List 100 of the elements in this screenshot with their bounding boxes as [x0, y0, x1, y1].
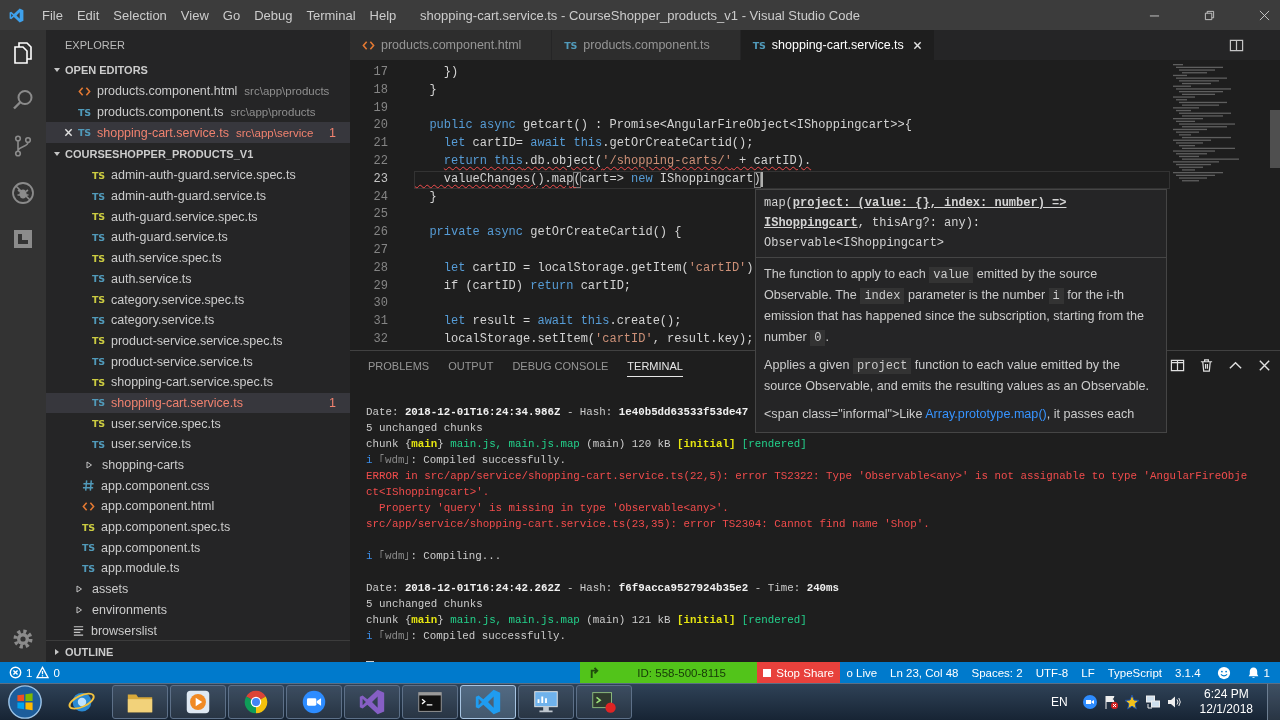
speaker-icon[interactable] — [1165, 694, 1182, 710]
editor-tab[interactable]: products.component.html — [350, 30, 553, 60]
tree-item[interactable]: TS shopping-cart.service.ts 1 — [46, 392, 350, 414]
section-header[interactable]: COURSESHOPPER_PRODUCTS_V1 — [46, 143, 350, 166]
menu-item[interactable]: Selection — [106, 7, 174, 23]
section-header[interactable]: OPEN EDITORS — [46, 59, 350, 81]
code-line: } — [428, 81, 438, 99]
status-item[interactable]: TypeScript — [1101, 666, 1169, 679]
menu-item[interactable]: View — [173, 7, 216, 23]
editor-tab[interactable]: TS products.component.ts — [552, 30, 741, 60]
tree-item[interactable]: TS user.service.spec.ts — [46, 413, 350, 434]
panel-tab[interactable]: PROBLEMS — [368, 354, 430, 377]
line-number: 31 — [372, 313, 389, 331]
tree-item[interactable]: TS shopping-cart.service.spec.ts — [46, 371, 350, 393]
panel-tab[interactable]: TERMINAL — [627, 354, 683, 377]
terminal-line: i ｢wdm｣: Compiling... — [366, 549, 502, 564]
menu-item[interactable]: Edit — [69, 7, 107, 23]
file-type-icon: TS — [92, 397, 106, 409]
stop-share-button[interactable]: Stop Share — [757, 662, 840, 683]
close-icon[interactable] — [64, 128, 73, 138]
smiley-icon[interactable] — [1217, 665, 1232, 680]
doc-link[interactable]: Array.prototype.map() — [925, 407, 1047, 421]
files-icon[interactable] — [11, 41, 35, 66]
tree-item[interactable]: TS product-service.service.spec.ts — [46, 330, 350, 352]
code-line: localStorage.setItem('cartID', result.key); — [442, 330, 755, 348]
search-icon[interactable] — [11, 87, 35, 112]
problems-button[interactable]: 1 0 — [0, 666, 67, 679]
tree-item[interactable]: browserslist — [46, 620, 350, 640]
terminal-line: chunk {main} main.js, main.js.map (main) 121 kB [initial] [rendered] — [366, 613, 807, 628]
scrollbar-thumb[interactable] — [1270, 110, 1280, 168]
close-icon[interactable] — [1259, 9, 1270, 21]
code-line: let cartID= await this.getOrCreateCartid(); — [442, 135, 755, 153]
show-desktop-button[interactable] — [1267, 684, 1280, 720]
tree-item[interactable]: TS app.component.spec.ts — [46, 516, 350, 538]
terminal-line: 5 unchanged chunks — [366, 421, 483, 436]
terminal-line: ERROR in src/app/service/shopping-cart.service.ts(22,5): error TS2322: Type 'Observable<any>' is not assignable to type 'AngularFireObje — [366, 469, 1248, 484]
split-editor-icon[interactable] — [1229, 37, 1244, 53]
clock[interactable]: 6:24 PM 12/1/2018 — [1199, 687, 1253, 717]
star-icon[interactable] — [1123, 694, 1140, 710]
taskbar-button[interactable] — [402, 685, 458, 719]
tree-item[interactable]: TS auth.service.ts — [46, 268, 350, 290]
status-item[interactable]: o Live — [839, 666, 884, 679]
file-type-icon: TS — [92, 418, 106, 430]
start-button[interactable] — [6, 683, 44, 720]
tree-item[interactable]: TS category.service.ts — [46, 309, 350, 331]
doc-paragraph: Applies a given project function to each value emitted by the source Observable, and emits the resulting values as an Observable. — [764, 357, 1150, 395]
tree-item[interactable]: TS admin-auth-guard.service.spec.ts — [46, 165, 350, 186]
tree-item[interactable]: TS product-service.service.ts — [46, 351, 350, 372]
tree-item[interactable]: TS category.service.spec.ts — [46, 289, 350, 310]
language-indicator[interactable]: EN — [1050, 695, 1068, 709]
trash-icon[interactable] — [1199, 358, 1214, 373]
close-icon[interactable] — [913, 40, 923, 50]
code-line: return this.db.object('/shopping-carts/' + cartID). — [442, 153, 813, 170]
split-icon[interactable] — [1170, 358, 1185, 373]
file-type-icon: TS — [92, 190, 106, 202]
tree-item[interactable]: TS user.service.ts — [46, 434, 350, 455]
open-editor-item[interactable]: TS shopping-cart.service.ts src\app\service 1 — [46, 122, 350, 144]
menu-item[interactable]: Terminal — [299, 7, 363, 23]
menu-item[interactable]: File — [35, 7, 70, 23]
taskbar-button[interactable] — [286, 685, 342, 719]
video-camera-icon[interactable] — [1081, 694, 1098, 710]
close-icon[interactable] — [1257, 358, 1272, 373]
ribbon-logo-icon — [473, 687, 503, 717]
panel-tab[interactable]: DEBUG CONSOLE — [512, 354, 609, 377]
editor-tab[interactable]: TS shopping-cart.service.ts — [740, 30, 935, 60]
status-item[interactable]: 3.1.4 — [1168, 666, 1208, 679]
status-item[interactable]: Ln 23, Col 48 — [883, 666, 965, 679]
tree-item[interactable]: TS app.module.ts — [46, 558, 350, 579]
terminal-line: chunk {main} main.js, main.js.map (main) 120 kB [initial] [rendered] — [366, 437, 807, 452]
tree-item[interactable]: TS auth-guard.service.spec.ts — [46, 206, 350, 228]
open-editor-item[interactable]: products.component.html src\app\products — [46, 81, 350, 102]
network-icon[interactable] — [1144, 694, 1161, 710]
tree-item[interactable]: app.component.css — [46, 475, 350, 497]
tree-item[interactable]: TS app.component.ts — [46, 537, 350, 559]
code-line: } — [428, 188, 438, 206]
notifications-button[interactable]: 1 — [1240, 666, 1280, 679]
restore-icon[interactable] — [1204, 9, 1215, 21]
tree-item[interactable]: TS auth-guard.service.ts — [46, 227, 350, 248]
bug-icon[interactable] — [11, 180, 35, 205]
taskbar-button[interactable] — [518, 685, 574, 719]
menu-item[interactable]: Debug — [247, 7, 300, 23]
tree-item[interactable]: TS admin-auth-guard.service.ts — [46, 185, 350, 207]
taskbar-button[interactable] — [112, 685, 168, 719]
status-item[interactable]: UTF-8 — [1029, 666, 1075, 679]
folder-item[interactable]: assets — [46, 578, 350, 600]
status-item[interactable]: LF — [1074, 666, 1102, 679]
taskbar-button[interactable] — [170, 685, 226, 719]
file-type-icon: TS — [92, 273, 106, 285]
menu-item[interactable]: Help — [362, 7, 404, 23]
panel-tab[interactable]: OUTPUT — [448, 354, 494, 377]
folder-item[interactable]: shopping-carts — [46, 454, 350, 476]
status-item[interactable]: Spaces: 2 — [965, 666, 1030, 679]
code-line: public async getcart() : Promise<AngularFireObject<IShoppingcart>>{ — [428, 117, 913, 135]
menu-item[interactable]: Go — [215, 7, 248, 23]
folder-item[interactable]: environments — [46, 599, 350, 621]
flag-icon[interactable] — [1102, 694, 1119, 710]
taskbar-button[interactable] — [228, 685, 284, 719]
open-editor-item[interactable]: TS products.component.ts src\app\products — [46, 101, 350, 123]
tree-item[interactable]: app.component.html — [46, 496, 350, 517]
tree-item[interactable]: TS auth.service.spec.ts — [46, 247, 350, 269]
